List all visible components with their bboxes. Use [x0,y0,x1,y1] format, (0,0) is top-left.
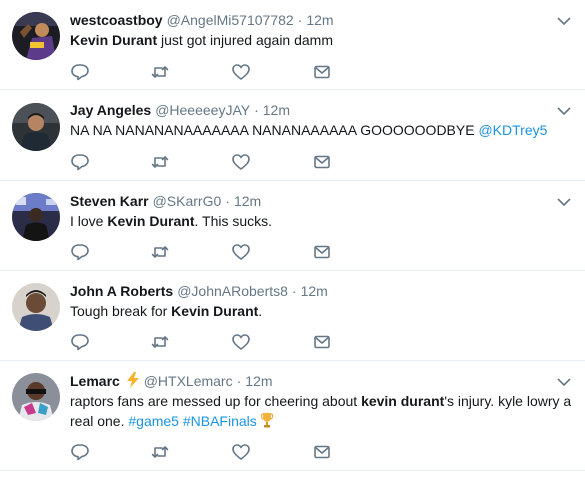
retweet-icon[interactable] [150,332,170,352]
direct-message-icon[interactable] [312,62,332,82]
heart-icon[interactable] [231,242,251,262]
separator-dot: · [225,193,230,209]
tweet-text: I love Kevin Durant. This sucks. [70,211,575,231]
hashtag-link[interactable]: #game5 [128,413,179,429]
highlight-term: kevin durant [361,393,445,409]
tweet-card[interactable]: Jay Angeles @HeeeeeyJAY · 12m NA NA NANANAN… [0,90,585,181]
tweet-timestamp[interactable]: 12m [301,283,328,299]
heart-icon[interactable] [231,62,251,82]
trophy-emoji [260,412,273,433]
chevron-down-icon[interactable] [557,377,571,387]
tweet-timestamp[interactable]: 12m [263,102,290,118]
retweet-icon[interactable] [150,62,170,82]
text-fragment: I love [70,213,108,229]
tweet-text: NA NA NANANANAAAAAAA NANANAAAAAA GOOOOOO… [70,120,575,140]
avatar[interactable] [12,12,60,60]
tweet-text: Kevin Durant just got injured again damm [70,30,575,50]
text-fragment: Tough break for [70,303,172,319]
text-fragment: NA NA NANANANAAAAAAA NANANAAAAAA GOOOOOO… [70,122,479,138]
lightning-emoji [126,372,140,392]
avatar[interactable] [12,283,60,331]
direct-message-icon[interactable] [312,152,332,172]
user-handle[interactable]: @SKarrG0 [153,193,222,209]
text-fragment: just got injured again damm [157,32,333,48]
avatar[interactable] [12,193,60,241]
chevron-down-icon[interactable] [557,197,571,207]
user-handle[interactable]: @JohnARoberts8 [177,283,288,299]
text-fragment: . [258,303,263,319]
tweet-card[interactable]: westcoastboy @AngelMi57107782 · 12m Kevin D… [0,0,585,90]
tweet-header: Jay Angeles @HeeeeeyJAY · 12m [70,101,290,119]
separator-dot: · [291,283,297,299]
tweet-timestamp[interactable]: 12m [306,12,333,28]
chevron-down-icon[interactable] [557,16,571,26]
tweet-timestamp[interactable]: 12m [234,193,261,209]
text-fragment: raptors fans are messed up for cheering … [70,393,362,409]
retweet-icon[interactable] [150,152,170,172]
separator-dot: · [297,12,303,28]
highlight-term: Kevin Durant [70,32,158,48]
tweet-card[interactable]: Lemarc @HTXLemarc · 12m raptors fans are m… [0,361,585,471]
tweet-text: raptors fans are messed up for cheering … [70,391,575,433]
separator-dot: · [254,102,259,118]
avatar[interactable] [12,373,60,421]
tweet-header: John A Roberts @JohnARoberts8 · 12m [70,282,328,300]
direct-message-icon[interactable] [312,242,332,262]
display-name[interactable]: John A Roberts [70,283,173,299]
retweet-icon[interactable] [150,442,170,462]
tweet-header: westcoastboy @AngelMi57107782 · 12m [70,11,334,29]
avatar[interactable] [12,103,60,151]
tweet-header: Lemarc @HTXLemarc · 12m [70,372,273,392]
display-name[interactable]: Steven Karr [70,193,149,209]
retweet-icon[interactable] [150,242,170,262]
tweet-text: Tough break for Kevin Durant. [70,301,575,321]
highlight-term: Kevin Durant [107,213,195,229]
reply-icon[interactable] [70,152,90,172]
display-name[interactable]: Jay Angeles [70,102,151,118]
tweet-timestamp[interactable]: 12m [245,373,272,389]
tweet-card[interactable]: John A Roberts @JohnARoberts8 · 12m Tough b… [0,271,585,361]
display-name[interactable]: westcoastboy [70,12,163,28]
heart-icon[interactable] [231,332,251,352]
user-handle[interactable]: @HeeeeeyJAY [155,102,250,118]
heart-icon[interactable] [231,152,251,172]
text-fragment: . This sucks. [194,213,273,229]
tweet-header: Steven Karr @SKarrG0 · 12m [70,192,261,210]
hashtag-link[interactable]: #NBAFinals [183,413,257,429]
chevron-down-icon[interactable] [557,106,571,116]
direct-message-icon[interactable] [312,332,332,352]
user-handle[interactable]: @AngelMi57107782 [167,12,294,28]
display-name[interactable]: Lemarc [70,373,120,389]
direct-message-icon[interactable] [312,442,332,462]
separator-dot: · [236,373,242,389]
user-handle[interactable]: @HTXLemarc [144,373,233,389]
reply-icon[interactable] [70,442,90,462]
heart-icon[interactable] [231,442,251,462]
tweet-card[interactable]: Steven Karr @SKarrG0 · 12m I love Kevin Dur… [0,181,585,271]
reply-icon[interactable] [70,62,90,82]
reply-icon[interactable] [70,332,90,352]
mention-link[interactable]: @KDTrey5 [478,122,547,138]
tweet-feed: westcoastboy @AngelMi57107782 · 12m Kevin D… [0,0,585,478]
highlight-term: Kevin Durant [171,303,259,319]
reply-icon[interactable] [70,242,90,262]
